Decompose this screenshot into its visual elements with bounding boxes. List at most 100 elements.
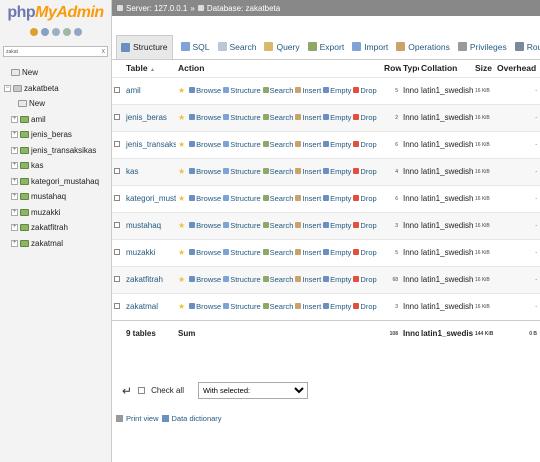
nav-tree-item[interactable]: New	[0, 96, 111, 112]
row-checkbox[interactable]	[114, 87, 120, 93]
header-rows[interactable]: Rows	[382, 60, 401, 77]
table-name-link[interactable]: muzakki	[124, 238, 176, 266]
tab-import[interactable]: Import	[352, 35, 388, 59]
nav-tree-item[interactable]: + jenis_transaksikas	[0, 143, 111, 159]
nav-tree-item[interactable]: + zakatmal	[0, 236, 111, 252]
tab-export[interactable]: Export	[307, 35, 344, 59]
action-empty[interactable]: Empty	[323, 302, 351, 311]
table-name-link[interactable]: kategori_mustahaq	[124, 184, 176, 212]
favorite-star-icon[interactable]: ★	[178, 275, 185, 284]
tab-routines[interactable]: Routines	[514, 35, 540, 59]
tab-query[interactable]: Query	[264, 35, 300, 59]
favorite-star-icon[interactable]: ★	[178, 302, 185, 311]
action-browse[interactable]: Browse	[189, 167, 221, 176]
tab-privileges[interactable]: Privileges	[457, 35, 507, 59]
action-search[interactable]: Search	[262, 248, 293, 257]
action-browse[interactable]: Browse	[189, 140, 221, 149]
action-drop[interactable]: Drop	[353, 221, 377, 230]
action-insert[interactable]: Insert	[295, 113, 321, 122]
row-checkbox[interactable]	[114, 222, 120, 228]
expand-icon[interactable]: +	[11, 239, 18, 247]
action-search[interactable]: Search	[262, 86, 293, 95]
expand-icon[interactable]: +	[11, 208, 18, 216]
row-checkbox[interactable]	[114, 249, 120, 255]
action-structure[interactable]: Structure	[223, 275, 261, 284]
action-search[interactable]: Search	[262, 194, 293, 203]
expand-icon[interactable]: +	[11, 115, 18, 123]
table-name-link[interactable]: mustahaq	[124, 211, 176, 239]
action-insert[interactable]: Insert	[295, 302, 321, 311]
action-empty[interactable]: Empty	[323, 248, 351, 257]
favorite-star-icon[interactable]: ★	[178, 221, 185, 230]
action-drop[interactable]: Drop	[353, 248, 377, 257]
action-empty[interactable]: Empty	[323, 86, 351, 95]
favorite-star-icon[interactable]: ★	[178, 194, 185, 203]
favorite-star-icon[interactable]: ★	[178, 248, 185, 257]
expand-icon[interactable]: +	[11, 162, 18, 170]
header-table[interactable]: Table ▲	[124, 60, 176, 77]
nav-filter-input[interactable]: zakat X	[3, 46, 108, 57]
action-drop[interactable]: Drop	[353, 302, 377, 311]
action-search[interactable]: Search	[262, 275, 293, 284]
action-drop[interactable]: Drop	[353, 167, 377, 176]
action-empty[interactable]: Empty	[323, 194, 351, 203]
action-insert[interactable]: Insert	[295, 221, 321, 230]
action-empty[interactable]: Empty	[323, 275, 351, 284]
row-checkbox[interactable]	[114, 195, 120, 201]
reload-icon[interactable]	[73, 28, 82, 36]
action-browse[interactable]: Browse	[189, 302, 221, 311]
action-insert[interactable]: Insert	[295, 248, 321, 257]
action-structure[interactable]: Structure	[223, 113, 261, 122]
nav-tree-item[interactable]: + mustahaq	[0, 189, 111, 205]
nav-tree-item[interactable]: − zakatbeta	[0, 81, 111, 97]
table-name-link[interactable]: zakatmal	[124, 292, 176, 320]
action-structure[interactable]: Structure	[223, 167, 261, 176]
nav-tree-item[interactable]: + amil	[0, 112, 111, 128]
nav-tree-item[interactable]: + zakatfitrah	[0, 220, 111, 236]
breadcrumb-server[interactable]: Server: 127.0.0.1	[126, 4, 187, 13]
expand-icon[interactable]: +	[11, 146, 18, 154]
row-checkbox[interactable]	[114, 168, 120, 174]
action-drop[interactable]: Drop	[353, 113, 377, 122]
print-view-link[interactable]: Print view	[126, 414, 159, 423]
table-name-link[interactable]: kas	[124, 157, 176, 185]
table-name-link[interactable]: amil	[124, 76, 176, 104]
action-browse[interactable]: Browse	[189, 194, 221, 203]
action-search[interactable]: Search	[262, 221, 293, 230]
action-drop[interactable]: Drop	[353, 140, 377, 149]
tab-sql[interactable]: SQL	[180, 35, 210, 59]
nav-tree-item[interactable]: + jenis_beras	[0, 127, 111, 143]
action-insert[interactable]: Insert	[295, 140, 321, 149]
action-browse[interactable]: Browse	[189, 248, 221, 257]
check-all-checkbox[interactable]	[138, 387, 146, 394]
action-structure[interactable]: Structure	[223, 248, 261, 257]
action-structure[interactable]: Structure	[223, 302, 261, 311]
action-empty[interactable]: Empty	[323, 221, 351, 230]
row-checkbox[interactable]	[114, 141, 120, 147]
logout-icon[interactable]	[40, 28, 49, 36]
row-checkbox[interactable]	[114, 303, 120, 309]
row-checkbox[interactable]	[114, 276, 120, 282]
tab-operations[interactable]: Operations	[396, 35, 450, 59]
table-name-link[interactable]: zakatfitrah	[124, 265, 176, 293]
action-browse[interactable]: Browse	[189, 86, 221, 95]
row-checkbox[interactable]	[114, 114, 120, 120]
expand-icon[interactable]: +	[11, 224, 18, 232]
action-search[interactable]: Search	[262, 113, 293, 122]
header-collation[interactable]: Collation	[419, 60, 473, 77]
tab-search[interactable]: Search	[217, 35, 256, 59]
docs-icon[interactable]	[51, 28, 60, 36]
action-structure[interactable]: Structure	[223, 140, 261, 149]
tab-structure[interactable]: Structure	[116, 34, 173, 59]
action-empty[interactable]: Empty	[323, 167, 351, 176]
expand-icon[interactable]: +	[11, 193, 18, 201]
nav-tree-item[interactable]: + kategori_mustahaq	[0, 174, 111, 190]
action-browse[interactable]: Browse	[189, 113, 221, 122]
with-selected-select[interactable]: With selected:	[197, 382, 308, 399]
favorite-star-icon[interactable]: ★	[178, 140, 185, 149]
action-search[interactable]: Search	[262, 140, 293, 149]
nav-tree-item[interactable]: + muzakki	[0, 205, 111, 221]
data-dictionary-link[interactable]: Data dictionary	[172, 414, 222, 423]
action-structure[interactable]: Structure	[223, 194, 261, 203]
header-type[interactable]: Type	[401, 60, 419, 77]
